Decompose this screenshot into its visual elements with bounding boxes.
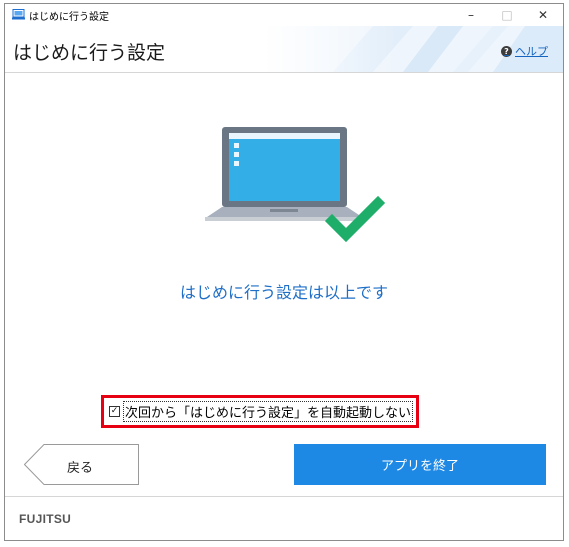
help-link[interactable]: ? ヘルプ — [501, 43, 548, 59]
autostart-checkbox[interactable]: ✓ — [109, 405, 120, 417]
help-label: ヘルプ — [515, 45, 548, 58]
fujitsu-logo: FUJITSU — [19, 512, 72, 526]
autostart-label[interactable]: 次回から「はじめに行う設定」を自動起動しない — [123, 400, 414, 422]
page-title: はじめに行う設定 — [13, 42, 166, 64]
app-window: はじめに行う設定 – □ ✕ はじめに行う設定 ? ヘルプ はじめに行う設定は以… — [4, 3, 564, 541]
back-button-label: 戻る — [67, 461, 94, 476]
back-button[interactable]: 戻る — [23, 444, 139, 485]
laptop-check-icon — [205, 127, 385, 243]
window-title: はじめに行う設定 — [29, 12, 109, 23]
close-button[interactable]: ✕ — [527, 4, 559, 26]
page-header: はじめに行う設定 ? ヘルプ — [5, 26, 563, 72]
maximize-button[interactable]: □ — [491, 4, 523, 26]
app-icon — [12, 9, 25, 20]
exit-app-button[interactable]: アプリを終了 — [294, 444, 546, 485]
autostart-option[interactable]: ✓ 次回から「はじめに行う設定」を自動起動しない — [109, 400, 414, 422]
header-divider — [5, 72, 563, 73]
minimize-button[interactable]: – — [455, 4, 487, 26]
footer-divider — [5, 496, 563, 497]
title-bar[interactable]: はじめに行う設定 – □ ✕ — [5, 4, 563, 26]
help-icon: ? — [501, 45, 512, 57]
completion-message: はじめに行う設定は以上です — [179, 283, 388, 302]
